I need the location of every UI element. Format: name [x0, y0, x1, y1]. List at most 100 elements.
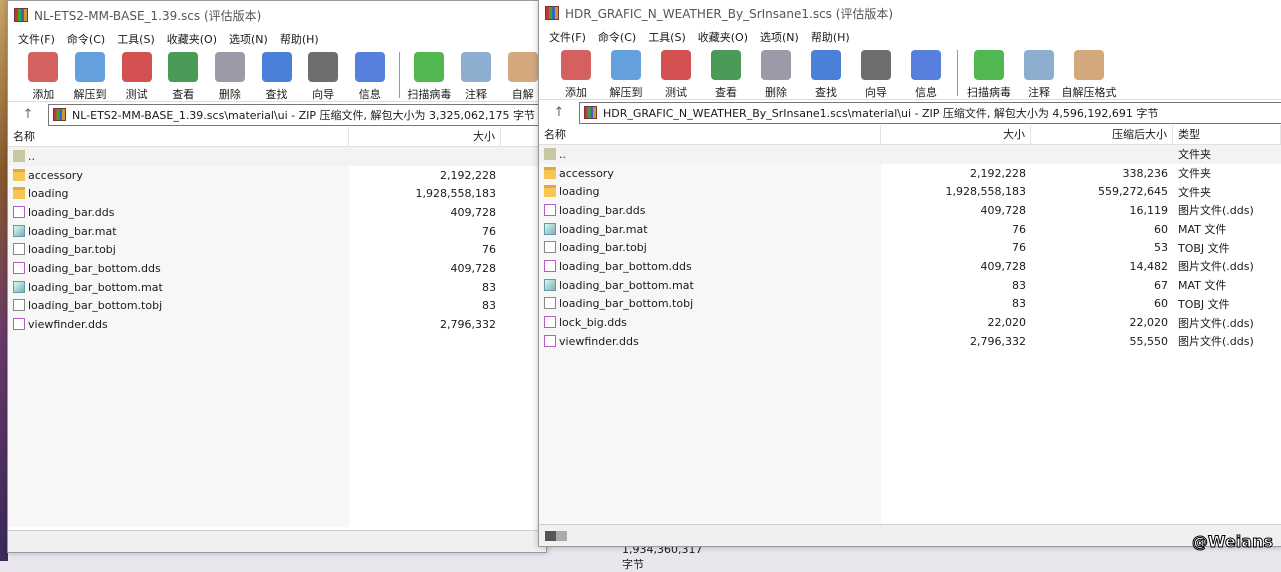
- table-row[interactable]: loading 1,928,558,183 559,272,645 文件夹: [539, 182, 1281, 201]
- cell-name: loading_bar_bottom.dds: [539, 259, 881, 273]
- cell-name: loading_bar_bottom.mat: [8, 280, 349, 294]
- tobj-icon: [544, 241, 556, 254]
- up-arrow-icon[interactable]: ↑: [539, 105, 579, 120]
- folder-icon: [13, 168, 25, 181]
- winrar-window-left: NL-ETS2-MM-BASE_1.39.scs (评估版本) 文件(F) 命令(…: [7, 0, 702, 571]
- table-row[interactable]: loading_bar.tobj 76: [8, 240, 546, 259]
- up-arrow-icon[interactable]: ↑: [8, 107, 48, 122]
- cell-type: MAT 文件: [1178, 223, 1227, 237]
- table-row[interactable]: loading_bar_bottom.tobj 83 60 TOBJ 文件: [539, 295, 1281, 314]
- toolbar-button-5[interactable]: 查找: [253, 52, 300, 102]
- menu-item[interactable]: 工具(S): [117, 31, 155, 47]
- menu-item[interactable]: 收藏夹(O): [698, 29, 748, 45]
- table-row[interactable]: ..: [8, 147, 546, 166]
- cell-name: viewfinder.dds: [8, 318, 349, 331]
- column-name[interactable]: 名称: [539, 125, 881, 144]
- table-row[interactable]: viewfinder.dds 2,796,332: [8, 315, 546, 334]
- column-size[interactable]: 大小: [881, 125, 1031, 144]
- cell-packed: 67: [1154, 278, 1168, 292]
- table-row[interactable]: .. 文件夹: [539, 145, 1281, 164]
- table-row[interactable]: accessory 2,192,228: [8, 166, 546, 185]
- toolbar-label: 删除: [765, 86, 787, 99]
- table-row[interactable]: loading_bar.mat 76 60 MAT 文件: [539, 220, 1281, 239]
- toolbar-button-8[interactable]: 扫描病毒: [406, 52, 453, 102]
- menu-item[interactable]: 命令(C): [598, 29, 636, 45]
- toolbar-button-2[interactable]: 测试: [113, 52, 160, 102]
- cell-size: 83: [482, 299, 496, 313]
- dds-icon: [544, 334, 556, 347]
- address-text: NL-ETS2-MM-BASE_1.39.scs\material\ui - Z…: [72, 108, 535, 122]
- table-row[interactable]: loading 1,928,558,183: [8, 184, 546, 203]
- toolbar-button-2[interactable]: 测试: [651, 50, 701, 100]
- toolbar-button-3[interactable]: 查看: [160, 52, 207, 102]
- toolbar-button-3[interactable]: 查看: [701, 50, 751, 100]
- column-size[interactable]: 大小: [349, 127, 501, 146]
- column-packed[interactable]: 压缩后大小: [1031, 125, 1173, 144]
- table-row[interactable]: loading_bar.dds 409,728 16,119 图片文件(.dds): [539, 201, 1281, 220]
- status-bar: [539, 524, 1281, 546]
- info-icon: [911, 50, 941, 80]
- menu-item[interactable]: 选项(N): [760, 29, 799, 45]
- menu-item[interactable]: 帮助(H): [280, 31, 319, 47]
- menu-item[interactable]: 帮助(H): [811, 29, 850, 45]
- delete-icon: [214, 52, 245, 82]
- toolbar-button-7[interactable]: 信息: [346, 52, 393, 102]
- add-icon: [28, 52, 59, 82]
- menu-item[interactable]: 文件(F): [18, 31, 55, 47]
- table-row[interactable]: loading_bar_bottom.mat 83 67 MAT 文件: [539, 276, 1281, 295]
- table-row[interactable]: loading_bar_bottom.dds 409,728 14,482 图片文件(…: [539, 257, 1281, 276]
- cell-size: 2,192,228: [970, 166, 1026, 180]
- file-name: loading_bar_bottom.dds: [559, 259, 692, 273]
- toolbar-button-0[interactable]: 添加: [20, 52, 67, 102]
- mat-icon: [544, 222, 556, 235]
- cell-size: 2,192,228: [440, 168, 496, 182]
- cell-packed: 60: [1154, 222, 1168, 236]
- menu-item[interactable]: 选项(N): [229, 31, 268, 47]
- table-row[interactable]: loading_bar.dds 409,728: [8, 203, 546, 222]
- menu-bar: 文件(F) 命令(C) 工具(S) 收藏夹(O) 选项(N) 帮助(H): [8, 29, 546, 49]
- tobj-icon: [13, 243, 25, 256]
- toolbar-button-8[interactable]: 扫描病毒: [964, 50, 1014, 100]
- table-row[interactable]: viewfinder.dds 2,796,332 55,550 图片文件(.dds): [539, 332, 1281, 351]
- menu-item[interactable]: 命令(C): [67, 31, 105, 47]
- column-name[interactable]: 名称: [8, 127, 349, 146]
- toolbar-separator: [399, 52, 401, 98]
- toolbar-button-4[interactable]: 删除: [751, 50, 801, 100]
- cell-name: loading: [539, 185, 881, 198]
- toolbar-button-1[interactable]: 解压到: [601, 50, 651, 100]
- cell-name: loading_bar.dds: [539, 203, 881, 217]
- file-name: loading_bar.mat: [28, 224, 117, 238]
- table-row[interactable]: loading_bar_bottom.mat 83: [8, 278, 546, 297]
- toolbar-button-5[interactable]: 查找: [801, 50, 851, 100]
- toolbar-button-10[interactable]: 自解压格式: [1062, 50, 1117, 100]
- wizard-icon: [308, 52, 339, 82]
- toolbar-button-1[interactable]: 解压到: [67, 52, 114, 102]
- winrar-icon: [14, 8, 28, 22]
- toolbar-button-0[interactable]: 添加: [551, 50, 601, 100]
- toolbar-button-9[interactable]: 注释: [453, 52, 500, 102]
- table-row[interactable]: accessory 2,192,228 338,236 文件夹: [539, 164, 1281, 183]
- address-text: HDR_GRAFIC_N_WEATHER_By_SrInsane1.scs\ma…: [603, 106, 1159, 120]
- address-field[interactable]: NL-ETS2-MM-BASE_1.39.scs\material\ui - Z…: [48, 103, 546, 126]
- cell-size: 1,928,558,183: [415, 187, 496, 201]
- table-row[interactable]: loading_bar.mat 76: [8, 222, 546, 241]
- menu-item[interactable]: 工具(S): [648, 29, 686, 45]
- table-row[interactable]: loading_bar.tobj 76 53 TOBJ 文件: [539, 238, 1281, 257]
- toolbar-button-6[interactable]: 向导: [851, 50, 901, 100]
- toolbar-button-6[interactable]: 向导: [300, 52, 347, 102]
- find-icon: [261, 52, 292, 82]
- menu-item[interactable]: 文件(F): [549, 29, 586, 45]
- toolbar-button-4[interactable]: 删除: [207, 52, 254, 102]
- toolbar-button-9[interactable]: 注释: [1014, 50, 1064, 100]
- toolbar-button-7[interactable]: 信息: [901, 50, 951, 100]
- toolbar-label: 解压到: [609, 86, 643, 99]
- address-field[interactable]: HDR_GRAFIC_N_WEATHER_By_SrInsane1.scs\ma…: [579, 101, 1281, 124]
- menu-item[interactable]: 收藏夹(O): [167, 31, 217, 47]
- table-row[interactable]: loading_bar_bottom.tobj 83: [8, 297, 546, 316]
- column-type[interactable]: 类型: [1173, 125, 1281, 144]
- tobj-icon: [544, 297, 556, 310]
- table-row[interactable]: lock_big.dds 22,020 22,020 图片文件(.dds): [539, 313, 1281, 332]
- file-list: 名称 大小 压缩后大小 类型 .. 文件夹 accessory 2,192,228 33…: [539, 125, 1281, 525]
- table-row[interactable]: loading_bar_bottom.dds 409,728: [8, 259, 546, 278]
- dds-icon: [544, 316, 556, 329]
